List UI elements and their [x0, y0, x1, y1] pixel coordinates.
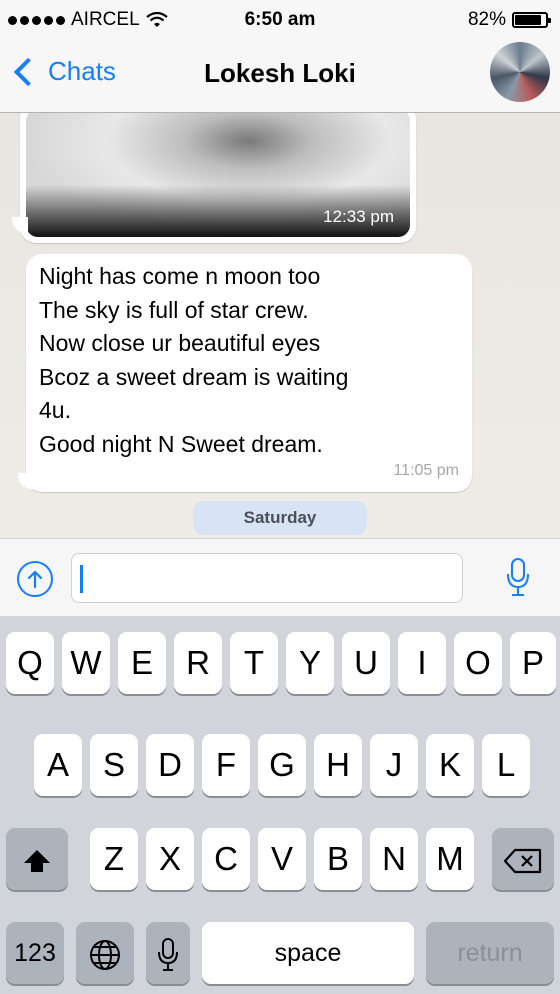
key-a[interactable]: A — [34, 734, 82, 796]
key-x[interactable]: X — [146, 828, 194, 890]
bubble-tail — [12, 217, 28, 233]
microphone-icon[interactable] — [506, 558, 530, 598]
key-q[interactable]: Q — [6, 632, 54, 694]
image-message[interactable]: 12:33 pm — [20, 113, 416, 243]
key-g[interactable]: G — [258, 734, 306, 796]
key-t[interactable]: T — [230, 632, 278, 694]
key-o[interactable]: O — [454, 632, 502, 694]
key-j[interactable]: J — [370, 734, 418, 796]
message-timestamp: 11:05 pm — [393, 462, 459, 479]
key-m[interactable]: M — [426, 828, 474, 890]
contact-avatar[interactable] — [490, 42, 550, 102]
attach-button[interactable] — [17, 561, 53, 597]
key-i[interactable]: I — [398, 632, 446, 694]
shift-key[interactable] — [6, 828, 68, 890]
shift-icon — [24, 850, 50, 873]
text-caret — [80, 565, 83, 593]
key-b[interactable]: B — [314, 828, 362, 890]
battery-group: 82% — [467, 9, 551, 31]
text-message[interactable]: Night has come n moon too The sky is ful… — [26, 254, 472, 492]
key-h[interactable]: H — [314, 734, 362, 796]
key-n[interactable]: N — [370, 828, 418, 890]
battery-icon — [512, 12, 551, 28]
arrow-up-icon — [27, 570, 43, 589]
image-timestamp: 12:33 pm — [323, 207, 394, 226]
key-z[interactable]: Z — [90, 828, 138, 890]
day-separator: Saturday — [193, 501, 367, 535]
key-f[interactable]: F — [202, 734, 250, 796]
key-u[interactable]: U — [342, 632, 390, 694]
key-e[interactable]: E — [118, 632, 166, 694]
input-bar — [0, 538, 560, 617]
return-key[interactable]: return — [426, 922, 554, 984]
navigation-bar: Chats Lokesh Loki — [0, 40, 560, 113]
bubble-tail — [18, 473, 34, 489]
key-y[interactable]: Y — [286, 632, 334, 694]
chat-area[interactable]: 12:33 pm Night has come n moon too The s… — [0, 113, 560, 538]
key-k[interactable]: K — [426, 734, 474, 796]
image-thumbnail[interactable]: 12:33 pm — [26, 113, 410, 237]
key-l[interactable]: L — [482, 734, 530, 796]
microphone-icon — [158, 938, 178, 972]
space-key[interactable]: space — [202, 922, 414, 984]
battery-percent: 82% — [467, 9, 506, 30]
globe-key[interactable] — [76, 922, 134, 984]
key-p[interactable]: P — [510, 632, 556, 694]
key-w[interactable]: W — [62, 632, 110, 694]
message-text: Night has come n moon too The sky is ful… — [39, 263, 349, 457]
key-c[interactable]: C — [202, 828, 250, 890]
backspace-icon — [503, 849, 542, 874]
key-d[interactable]: D — [146, 734, 194, 796]
key-v[interactable]: V — [258, 828, 306, 890]
delete-key[interactable] — [492, 828, 554, 890]
contact-name[interactable]: Lokesh Loki — [0, 58, 560, 89]
dictation-key[interactable] — [146, 922, 190, 984]
globe-icon — [90, 940, 120, 971]
keyboard: Q W E R T Y U I O P A S D F G H J K L Z … — [0, 616, 560, 994]
key-r[interactable]: R — [174, 632, 222, 694]
status-bar: AIRCEL 6:50 am 82% — [0, 0, 560, 40]
message-input[interactable] — [71, 553, 463, 603]
key-s[interactable]: S — [90, 734, 138, 796]
numbers-key[interactable]: 123 — [6, 922, 64, 984]
